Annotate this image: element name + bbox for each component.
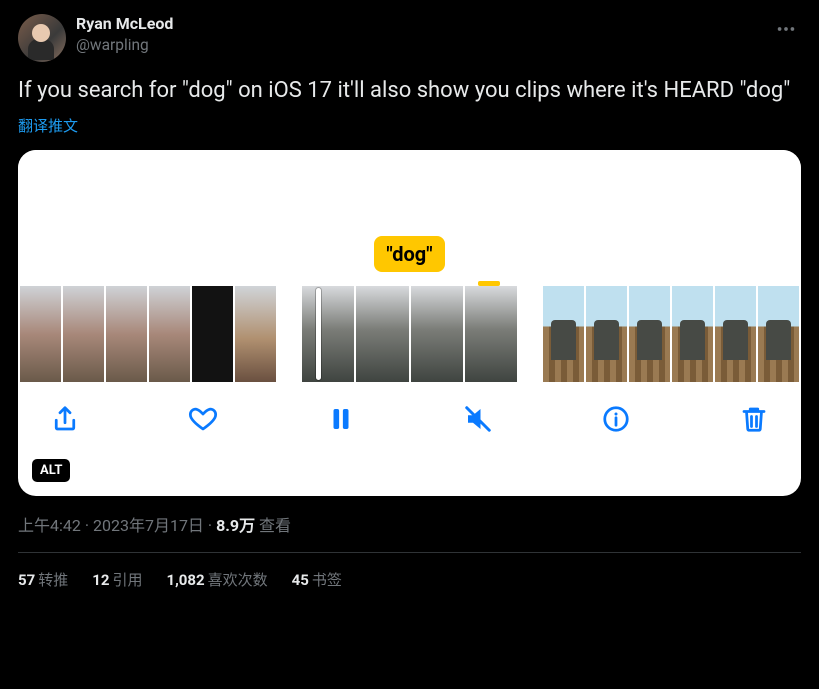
media-toolbar xyxy=(18,382,801,462)
tweet-stats: 57转推 12引用 1,082喜欢次数 45书签 xyxy=(18,569,801,590)
playhead[interactable] xyxy=(316,288,321,380)
clip-group-1[interactable] xyxy=(20,286,276,382)
clip-frame xyxy=(235,286,276,382)
clip-frame xyxy=(192,286,233,382)
heart-icon xyxy=(188,404,218,434)
divider xyxy=(18,552,801,553)
meta-sep2: · xyxy=(204,516,216,535)
clip-frame xyxy=(465,286,517,382)
likes-stat[interactable]: 1,082喜欢次数 xyxy=(166,569,267,590)
clip-frame xyxy=(586,286,627,382)
tweet-time: 上午4:42 xyxy=(18,516,81,535)
media-top-area xyxy=(18,150,801,236)
share-icon xyxy=(50,404,80,434)
tweet-meta[interactable]: 上午4:42 · 2023年7月17日 · 8.9万 查看 xyxy=(18,512,801,536)
clip-frame xyxy=(629,286,670,382)
views-count: 8.9万 xyxy=(216,516,255,535)
translate-link[interactable]: 翻译推文 xyxy=(18,115,801,136)
info-icon xyxy=(601,404,631,434)
quotes-stat[interactable]: 12引用 xyxy=(92,569,142,590)
video-timeline[interactable] xyxy=(18,286,801,382)
views-label: 查看 xyxy=(259,516,291,535)
trash-button[interactable] xyxy=(737,402,771,436)
clip-frame xyxy=(758,286,799,382)
bookmarks-count: 45 xyxy=(292,571,309,589)
handle: @warpling xyxy=(76,35,173,55)
clip-frame xyxy=(302,286,354,382)
author-names[interactable]: Ryan McLeod @warpling xyxy=(76,14,173,55)
alt-badge[interactable]: ALT xyxy=(32,459,70,482)
media-card[interactable]: "dog" xyxy=(18,150,801,496)
ellipsis-icon xyxy=(775,18,797,40)
likes-label: 喜欢次数 xyxy=(208,571,268,589)
quotes-count: 12 xyxy=(92,571,109,589)
timeline-marker-row xyxy=(18,272,801,286)
meta-sep: · xyxy=(81,516,93,535)
bookmarks-label: 书签 xyxy=(312,571,342,589)
clip-frame xyxy=(63,286,104,382)
mute-button[interactable] xyxy=(461,402,495,436)
clip-frame xyxy=(106,286,147,382)
clip-frame xyxy=(411,286,463,382)
tweet-text: If you search for "dog" on iOS 17 it'll … xyxy=(18,76,801,105)
search-tag-row: "dog" xyxy=(18,236,801,272)
quotes-label: 引用 xyxy=(112,571,142,589)
more-button[interactable] xyxy=(771,14,801,48)
info-button[interactable] xyxy=(599,402,633,436)
share-button[interactable] xyxy=(48,402,82,436)
like-button[interactable] xyxy=(186,402,220,436)
trash-icon xyxy=(739,404,769,434)
search-tag: "dog" xyxy=(374,236,444,272)
bookmarks-stat[interactable]: 45书签 xyxy=(292,569,342,590)
likes-count: 1,082 xyxy=(166,571,204,589)
display-name: Ryan McLeod xyxy=(76,14,173,35)
retweets-count: 57 xyxy=(18,571,35,589)
clip-frame xyxy=(20,286,61,382)
clip-group-3[interactable] xyxy=(543,286,799,382)
tweet-header: Ryan McLeod @warpling xyxy=(18,14,801,62)
clip-frame xyxy=(672,286,713,382)
pause-icon xyxy=(326,404,356,434)
clip-frame xyxy=(543,286,584,382)
retweets-stat[interactable]: 57转推 xyxy=(18,569,68,590)
speaker-muted-icon xyxy=(463,404,493,434)
tweet-container: Ryan McLeod @warpling If you search for … xyxy=(0,0,819,604)
clip-frame xyxy=(715,286,756,382)
avatar[interactable] xyxy=(18,14,66,62)
clip-group-2[interactable] xyxy=(302,286,517,382)
tweet-date: 2023年7月17日 xyxy=(93,516,204,535)
clip-frame xyxy=(356,286,408,382)
clip-frame xyxy=(149,286,190,382)
pause-button[interactable] xyxy=(324,402,358,436)
retweets-label: 转推 xyxy=(38,571,68,589)
